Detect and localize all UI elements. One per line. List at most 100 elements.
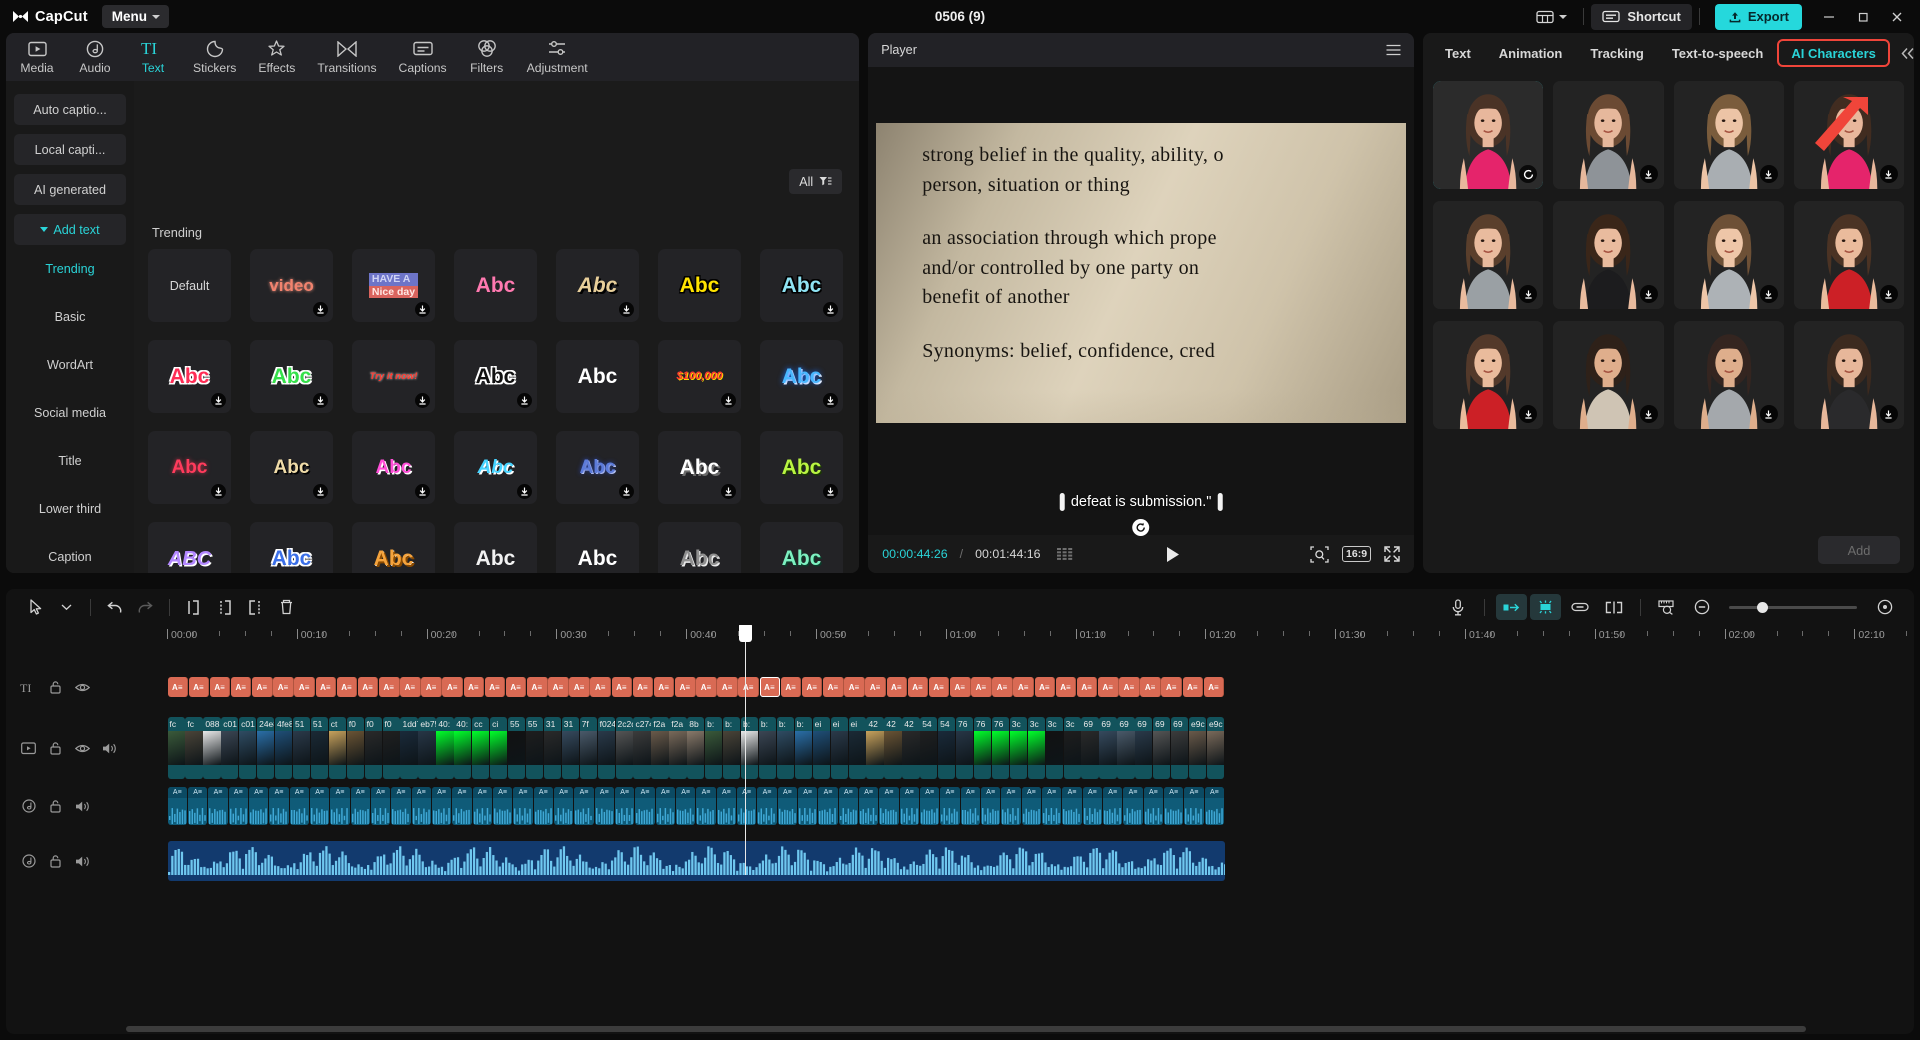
- video-clip[interactable]: ei: [831, 717, 848, 779]
- audio-clip[interactable]: A≡: [208, 787, 228, 825]
- text-template-cell[interactable]: Abc: [556, 431, 639, 504]
- video-clip[interactable]: eb75l: [418, 717, 435, 779]
- download-icon[interactable]: [619, 302, 634, 317]
- text-clip[interactable]: A≡: [1204, 677, 1225, 697]
- text-template-cell[interactable]: Abc: [760, 340, 843, 413]
- collapse-right-icon[interactable]: [1890, 47, 1914, 60]
- nav-tab-captions[interactable]: Captions: [388, 33, 458, 81]
- audio-clip[interactable]: A≡: [1144, 787, 1164, 825]
- video-clip[interactable]: c274d: [633, 717, 650, 779]
- audio-clip[interactable]: A≡: [412, 787, 432, 825]
- text-template-cell[interactable]: Try it now!: [352, 340, 435, 413]
- lock-icon[interactable]: [43, 736, 68, 760]
- lock-icon[interactable]: [43, 849, 68, 873]
- text-clip[interactable]: A≡: [1161, 677, 1182, 697]
- frame-list-icon[interactable]: [1057, 548, 1075, 560]
- download-icon[interactable]: [211, 393, 226, 408]
- layout-button[interactable]: [1527, 4, 1576, 30]
- download-icon[interactable]: [517, 484, 532, 499]
- text-template-cell[interactable]: Default: [148, 249, 231, 322]
- zoom-slider[interactable]: [1729, 606, 1857, 609]
- video-clip[interactable]: 1dd7: [400, 717, 417, 779]
- text-clip[interactable]: A≡: [569, 677, 590, 697]
- text-clip[interactable]: A≡: [273, 677, 294, 697]
- volume-icon[interactable]: [70, 794, 95, 818]
- video-clip[interactable]: ci: [490, 717, 507, 779]
- video-clip[interactable]: 76: [992, 717, 1009, 779]
- audio-clip[interactable]: A≡: [818, 787, 838, 825]
- audio-clip[interactable]: A≡: [676, 787, 696, 825]
- shortcut-button[interactable]: Shortcut: [1591, 4, 1691, 30]
- text-clip[interactable]: A≡: [358, 677, 379, 697]
- text-clip[interactable]: A≡: [887, 677, 908, 697]
- audio-clip[interactable]: A≡: [1205, 787, 1225, 825]
- text-template-cell[interactable]: Abc: [454, 340, 537, 413]
- lock-icon[interactable]: [43, 794, 68, 818]
- eye-icon[interactable]: [70, 736, 95, 760]
- download-icon[interactable]: [721, 393, 736, 408]
- video-clip[interactable]: 76: [974, 717, 991, 779]
- video-clip[interactable]: f0247: [598, 717, 615, 779]
- text-clip[interactable]: A≡: [633, 677, 654, 697]
- text-template-cell[interactable]: Abc: [352, 431, 435, 504]
- video-clip[interactable]: c01: [239, 717, 256, 779]
- download-icon[interactable]: [1880, 285, 1898, 303]
- nav-tab-effects[interactable]: Effects: [247, 33, 306, 81]
- audio-clip[interactable]: A≡: [920, 787, 940, 825]
- music-clip[interactable]: [168, 841, 1225, 881]
- audio-clip[interactable]: A≡: [1184, 787, 1204, 825]
- download-icon[interactable]: [1760, 405, 1778, 423]
- caption-overlay[interactable]: defeat is submission.": [1052, 491, 1231, 513]
- download-icon[interactable]: [1880, 165, 1898, 183]
- text-clip[interactable]: A≡: [738, 677, 759, 697]
- text-clip[interactable]: A≡: [400, 677, 421, 697]
- chevron-down-icon[interactable]: [51, 594, 82, 620]
- text-clip[interactable]: A≡: [189, 677, 210, 697]
- nav-tab-audio[interactable]: Audio: [66, 33, 124, 81]
- audio-clip[interactable]: A≡: [900, 787, 920, 825]
- rotate-handle-icon[interactable]: [1133, 519, 1150, 536]
- text-clip[interactable]: A≡: [231, 677, 252, 697]
- sidebar-sub-title[interactable]: Title: [14, 446, 126, 476]
- gallery-scroll[interactable]: Trending DefaultvideoHAVE ANice dayAbcAb…: [134, 81, 859, 573]
- text-clip[interactable]: A≡: [1035, 677, 1056, 697]
- video-clip[interactable]: 3c: [1046, 717, 1063, 779]
- video-clip[interactable]: cc: [472, 717, 489, 779]
- audio-clip[interactable]: A≡: [1103, 787, 1123, 825]
- text-clip[interactable]: A≡: [210, 677, 231, 697]
- text-clip[interactable]: A≡: [1013, 677, 1034, 697]
- text-template-cell[interactable]: Abc: [352, 522, 435, 573]
- text-clip[interactable]: A≡: [442, 677, 463, 697]
- video-clip[interactable]: 51: [293, 717, 310, 779]
- text-template-cell[interactable]: HAVE ANice day: [352, 249, 435, 322]
- audio-clip[interactable]: A≡: [839, 787, 859, 825]
- video-clip[interactable]: 55: [526, 717, 543, 779]
- video-clip[interactable]: 40:: [454, 717, 471, 779]
- download-icon[interactable]: [1640, 405, 1658, 423]
- video-clip[interactable]: 31: [544, 717, 561, 779]
- download-icon[interactable]: [313, 393, 328, 408]
- audio-clip[interactable]: A≡: [574, 787, 594, 825]
- video-clip[interactable]: ct: [329, 717, 346, 779]
- text-clip[interactable]: A≡: [1056, 677, 1077, 697]
- video-clip[interactable]: f0: [347, 717, 364, 779]
- video-clip[interactable]: 55: [508, 717, 525, 779]
- sidebar-local-capti[interactable]: Local capti...: [14, 134, 126, 165]
- split-left-icon[interactable]: [178, 594, 209, 620]
- video-clip[interactable]: 3c: [1064, 717, 1081, 779]
- nav-tab-adjustment[interactable]: Adjustment: [516, 33, 599, 81]
- video-clip[interactable]: 54: [920, 717, 937, 779]
- text-clip[interactable]: A≡: [168, 677, 189, 697]
- ai-character-black-leather-jacket-woman[interactable]: [1553, 201, 1663, 309]
- text-template-cell[interactable]: Abc: [760, 522, 843, 573]
- video-clip[interactable]: f0: [365, 717, 382, 779]
- text-template-cell[interactable]: Abc: [250, 431, 333, 504]
- filter-button[interactable]: All: [789, 169, 842, 194]
- split-clip-icon[interactable]: [1598, 594, 1629, 620]
- audio-clip[interactable]: A≡: [1042, 787, 1062, 825]
- download-icon[interactable]: [415, 302, 430, 317]
- video-clip[interactable]: ei: [813, 717, 830, 779]
- download-icon[interactable]: [1880, 405, 1898, 423]
- text-clip[interactable]: A≡: [865, 677, 886, 697]
- audio-clip[interactable]: A≡: [879, 787, 899, 825]
